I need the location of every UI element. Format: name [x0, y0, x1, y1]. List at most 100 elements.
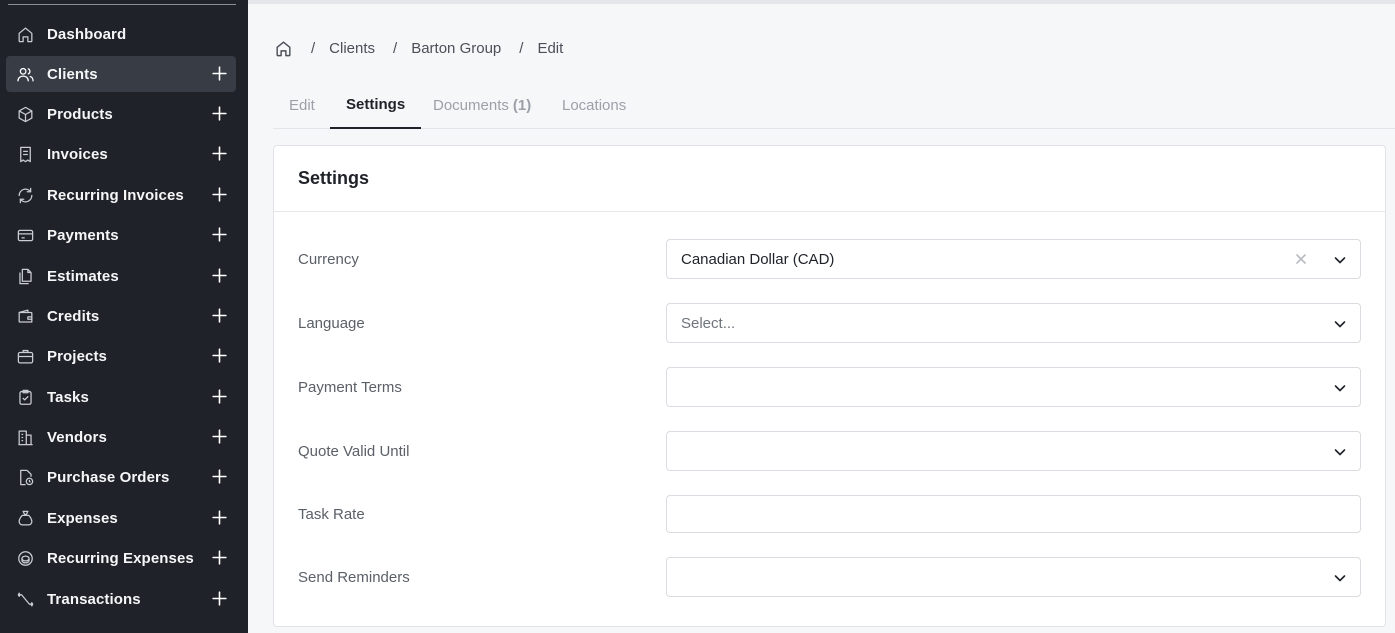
add-task-plus-icon[interactable]: [211, 388, 228, 405]
sidebar-item-products[interactable]: Products: [6, 96, 236, 132]
task-rate-input[interactable]: [666, 495, 1361, 533]
sidebar-item-dashboard[interactable]: Dashboard: [6, 16, 236, 52]
breadcrumb-clients[interactable]: Clients: [329, 40, 375, 57]
currency-label: Currency: [298, 251, 359, 268]
chevron-down-icon[interactable]: [1332, 252, 1348, 268]
add-recurring-expense-plus-icon[interactable]: [211, 549, 228, 566]
add-credit-plus-icon[interactable]: [211, 307, 228, 324]
sidebar: Dashboard Clients Products Invoices Recu…: [0, 0, 248, 633]
quote-valid-until-select[interactable]: [666, 431, 1361, 471]
tab-documents[interactable]: Documents (1): [433, 88, 531, 129]
sidebar-item-clients[interactable]: Clients: [6, 56, 236, 92]
home-icon[interactable]: [274, 39, 293, 58]
box-icon: [16, 105, 35, 124]
add-purchase-order-plus-icon[interactable]: [211, 468, 228, 485]
sidebar-item-label: Vendors: [47, 428, 107, 446]
top-bar: [248, 0, 1395, 4]
sidebar-divider: [8, 4, 236, 5]
add-estimate-plus-icon[interactable]: [211, 267, 228, 284]
card-header: Settings: [274, 146, 1385, 212]
add-product-plus-icon[interactable]: [211, 105, 228, 122]
quote-valid-until-label: Quote Valid Until: [298, 443, 410, 460]
tab-bar: Edit Settings Documents (1) Locations: [273, 88, 1395, 129]
add-project-plus-icon[interactable]: [211, 347, 228, 364]
breadcrumb: / Clients / Barton Group / Edit: [274, 37, 563, 59]
language-label: Language: [298, 315, 365, 332]
tab-edit[interactable]: Edit: [289, 88, 315, 129]
sidebar-item-invoices[interactable]: Invoices: [6, 136, 236, 172]
clipboard-check-icon: [16, 388, 35, 407]
sidebar-item-vendors[interactable]: Vendors: [6, 419, 236, 455]
language-select[interactable]: Select...: [666, 303, 1361, 343]
breadcrumb-edit: Edit: [537, 39, 564, 57]
sidebar-item-purchase-orders[interactable]: Purchase Orders: [6, 459, 236, 495]
breadcrumb-separator: /: [519, 39, 524, 57]
money-bag-icon: [16, 509, 35, 528]
tab-label: Settings: [346, 96, 406, 113]
card-title: Settings: [298, 168, 370, 188]
sidebar-item-label: Products: [47, 105, 113, 123]
currency-select[interactable]: Canadian Dollar (CAD): [666, 239, 1361, 279]
sidebar-item-label: Purchase Orders: [47, 468, 170, 486]
add-vendor-plus-icon[interactable]: [211, 428, 228, 445]
sidebar-item-projects[interactable]: Projects: [6, 338, 236, 374]
wallet-icon: [16, 307, 35, 326]
breadcrumb-separator: /: [311, 39, 316, 57]
add-expense-plus-icon[interactable]: [211, 509, 228, 526]
sidebar-item-payments[interactable]: Payments: [6, 217, 236, 253]
arrows-exchange-icon: [16, 590, 35, 609]
sidebar-item-label: Dashboard: [47, 25, 127, 43]
sidebar-item-transactions[interactable]: Transactions: [6, 581, 236, 617]
file-clock-icon: [16, 468, 35, 487]
sidebar-item-label: Clients: [47, 65, 98, 83]
language-placeholder: Select...: [681, 314, 736, 332]
users-icon: [16, 65, 35, 84]
sidebar-item-label: Recurring Expenses: [47, 549, 194, 567]
credit-card-icon: [16, 226, 35, 245]
currency-value: Canadian Dollar (CAD): [681, 250, 835, 268]
chevron-down-icon[interactable]: [1332, 570, 1348, 586]
sidebar-item-expenses[interactable]: Expenses: [6, 500, 236, 536]
files-icon: [16, 267, 35, 286]
sidebar-item-label: Projects: [47, 347, 107, 365]
coin-refresh-icon: [16, 549, 35, 568]
add-client-plus-icon[interactable]: [211, 65, 228, 82]
chevron-down-icon[interactable]: [1332, 380, 1348, 396]
sidebar-item-recurring-invoices[interactable]: Recurring Invoices: [6, 177, 236, 213]
refresh-icon: [16, 186, 35, 205]
task-rate-label: Task Rate: [298, 506, 365, 523]
payment-terms-label: Payment Terms: [298, 379, 402, 396]
sidebar-item-label: Recurring Invoices: [47, 186, 184, 204]
building-icon: [16, 428, 35, 447]
sidebar-item-label: Estimates: [47, 267, 119, 285]
tab-label: Edit: [289, 97, 315, 114]
tab-label: Locations: [562, 97, 627, 114]
clear-icon[interactable]: [1294, 252, 1308, 266]
tab-label: Documents: [433, 97, 509, 114]
payment-terms-select[interactable]: [666, 367, 1361, 407]
chevron-down-icon[interactable]: [1332, 316, 1348, 332]
tab-settings[interactable]: Settings: [330, 88, 422, 129]
add-transaction-plus-icon[interactable]: [211, 590, 228, 607]
receipt-icon: [16, 145, 35, 164]
sidebar-item-recurring-expenses[interactable]: Recurring Expenses: [6, 540, 236, 576]
sidebar-item-estimates[interactable]: Estimates: [6, 258, 236, 294]
add-recurring-invoice-plus-icon[interactable]: [211, 186, 228, 203]
tab-count-badge: (1): [512, 97, 532, 114]
home-icon: [16, 25, 35, 44]
sidebar-item-label: Invoices: [47, 145, 108, 163]
sidebar-item-label: Expenses: [47, 509, 118, 527]
briefcase-icon: [16, 347, 35, 366]
sidebar-item-label: Payments: [47, 226, 119, 244]
sidebar-item-label: Credits: [47, 307, 100, 325]
tab-locations[interactable]: Locations: [562, 88, 626, 129]
send-reminders-select[interactable]: [666, 557, 1361, 597]
breadcrumb-separator: /: [393, 39, 398, 57]
add-invoice-plus-icon[interactable]: [211, 145, 228, 162]
sidebar-item-label: Tasks: [47, 388, 89, 406]
sidebar-item-credits[interactable]: Credits: [6, 298, 236, 334]
breadcrumb-client-name[interactable]: Barton Group: [411, 40, 501, 57]
add-payment-plus-icon[interactable]: [211, 226, 228, 243]
chevron-down-icon[interactable]: [1332, 444, 1348, 460]
sidebar-item-tasks[interactable]: Tasks: [6, 379, 236, 415]
